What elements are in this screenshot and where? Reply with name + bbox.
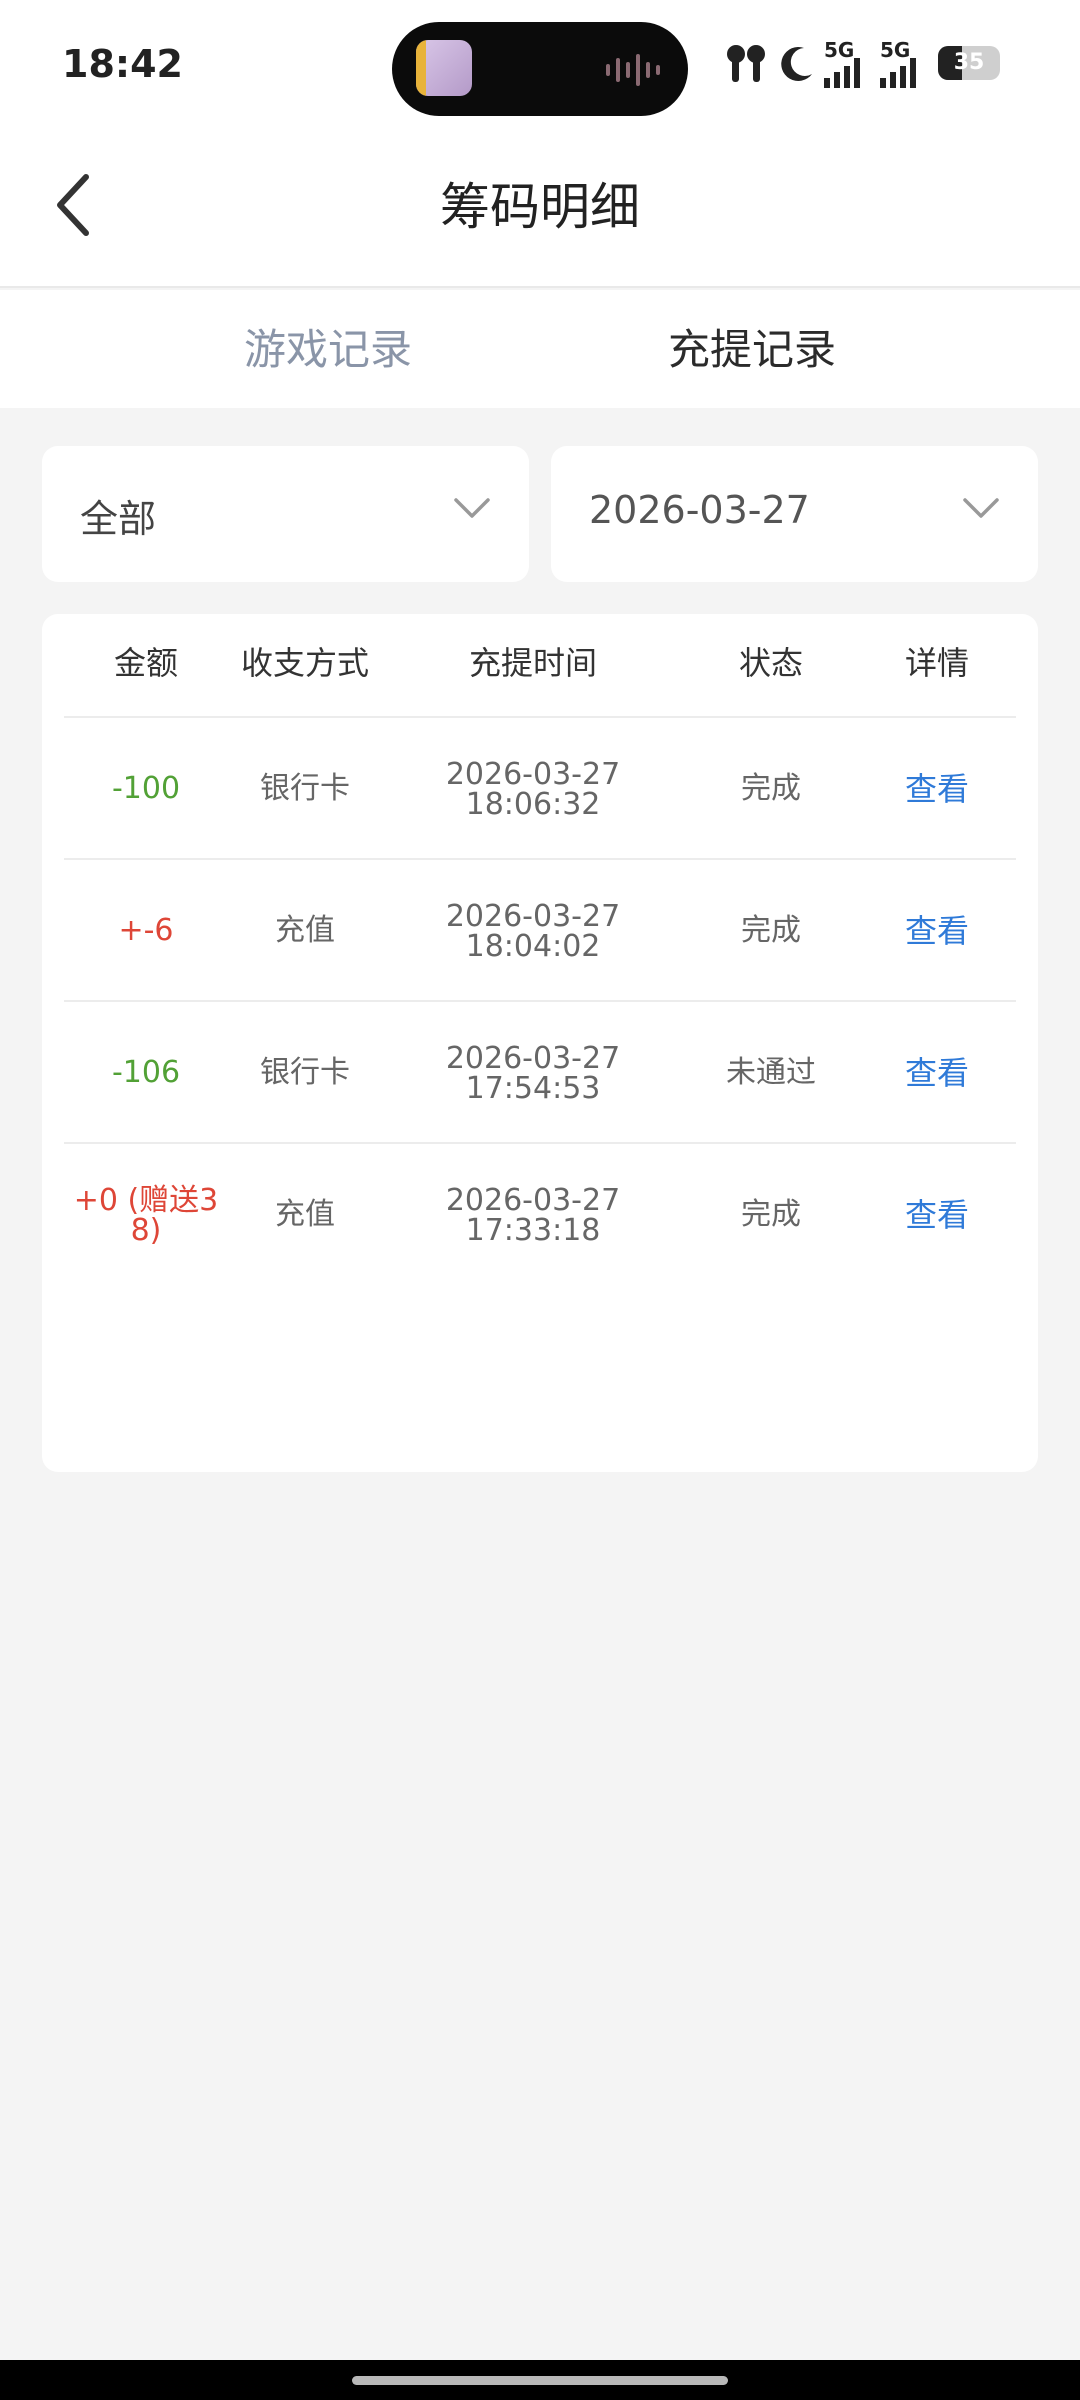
view-detail-link[interactable]: 查看 — [858, 1057, 1016, 1089]
header-detail: 详情 — [904, 644, 969, 682]
signal-icon-1 — [824, 58, 860, 88]
row-amount: +0 (赠送3 — [73, 1183, 219, 1218]
moon-icon — [781, 46, 812, 81]
header-method: 收支方式 — [240, 644, 369, 682]
row-method: 银行卡 — [260, 771, 350, 806]
table-row: +-6 充值 2026-03-27 18:04:02 完成 查看 — [64, 860, 1016, 1002]
row-time: 18:06:32 — [465, 787, 601, 822]
date-filter-value: 2026-03-27 — [589, 488, 810, 532]
home-indicator[interactable] — [352, 2376, 728, 2385]
date-filter-dropdown[interactable]: 2026-03-27 — [551, 446, 1038, 582]
view-detail-link[interactable]: 查看 — [858, 773, 1016, 805]
table-header: 金额 收支方式 充提时间 状态 详情 — [64, 614, 1016, 718]
tab-deposit-withdraw-records[interactable]: 充提记录 — [602, 316, 902, 377]
header-time: 充提时间 — [468, 644, 597, 682]
table-row: -106 银行卡 2026-03-27 17:54:53 未通过 查看 — [64, 1002, 1016, 1144]
audio-wave-icon — [606, 54, 660, 86]
row-amount-line2: 8) — [130, 1213, 162, 1248]
header-amount: 金额 — [113, 644, 178, 682]
type-filter-value: 全部 — [80, 497, 157, 541]
dynamic-island[interactable] — [392, 22, 688, 116]
table-row: -100 银行卡 2026-03-27 18:06:32 完成 查看 — [64, 718, 1016, 860]
row-amount: +-6 — [118, 913, 174, 948]
row-status: 完成 — [741, 771, 801, 806]
earbuds-icon — [727, 45, 765, 82]
page-header: 筹码明细 — [0, 135, 1080, 288]
row-method: 充值 — [275, 913, 335, 948]
type-filter-dropdown[interactable]: 全部 — [42, 446, 529, 582]
view-detail-link[interactable]: 查看 — [858, 915, 1016, 947]
row-status: 未通过 — [726, 1055, 816, 1090]
table-row: +0 (赠送3 8) 充值 2026-03-27 17:33:18 完成 查看 — [64, 1144, 1016, 1286]
record-tabs: 游戏记录 充提记录 — [0, 290, 1080, 408]
now-playing-app-icon — [416, 40, 472, 96]
signal-icon-2 — [880, 58, 916, 88]
row-date: 2026-03-27 — [445, 1183, 621, 1218]
row-status: 完成 — [741, 1197, 801, 1232]
battery-level: 35 — [953, 50, 985, 75]
row-time: 17:33:18 — [465, 1213, 601, 1248]
system-nav-bar — [0, 2360, 1080, 2400]
status-time: 18:42 — [62, 42, 183, 86]
chevron-down-icon — [454, 498, 490, 518]
row-method: 银行卡 — [260, 1055, 350, 1090]
chevron-down-icon — [963, 498, 999, 518]
back-button[interactable] — [48, 165, 100, 245]
row-time: 18:04:02 — [465, 929, 601, 964]
row-date: 2026-03-27 — [445, 1041, 621, 1076]
row-amount: -100 — [111, 771, 181, 806]
row-date: 2026-03-27 — [445, 899, 621, 934]
status-icons: 5G 5G 35 — [724, 38, 1024, 92]
row-status: 完成 — [741, 913, 801, 948]
view-detail-link[interactable]: 查看 — [858, 1199, 1016, 1231]
page-title: 筹码明细 — [440, 178, 640, 236]
row-amount: -106 — [111, 1055, 181, 1090]
header-status: 状态 — [738, 644, 803, 682]
battery-icon: 35 — [938, 46, 1000, 80]
row-time: 17:54:53 — [465, 1071, 601, 1106]
row-date: 2026-03-27 — [445, 757, 621, 792]
row-method: 充值 — [275, 1197, 335, 1232]
status-bar: 18:42 5G 5G 35 — [0, 0, 1080, 135]
records-table: 金额 收支方式 充提时间 状态 详情 -100 银行卡 2026-03-27 1… — [42, 614, 1038, 1472]
tab-game-records[interactable]: 游戏记录 — [178, 316, 478, 377]
